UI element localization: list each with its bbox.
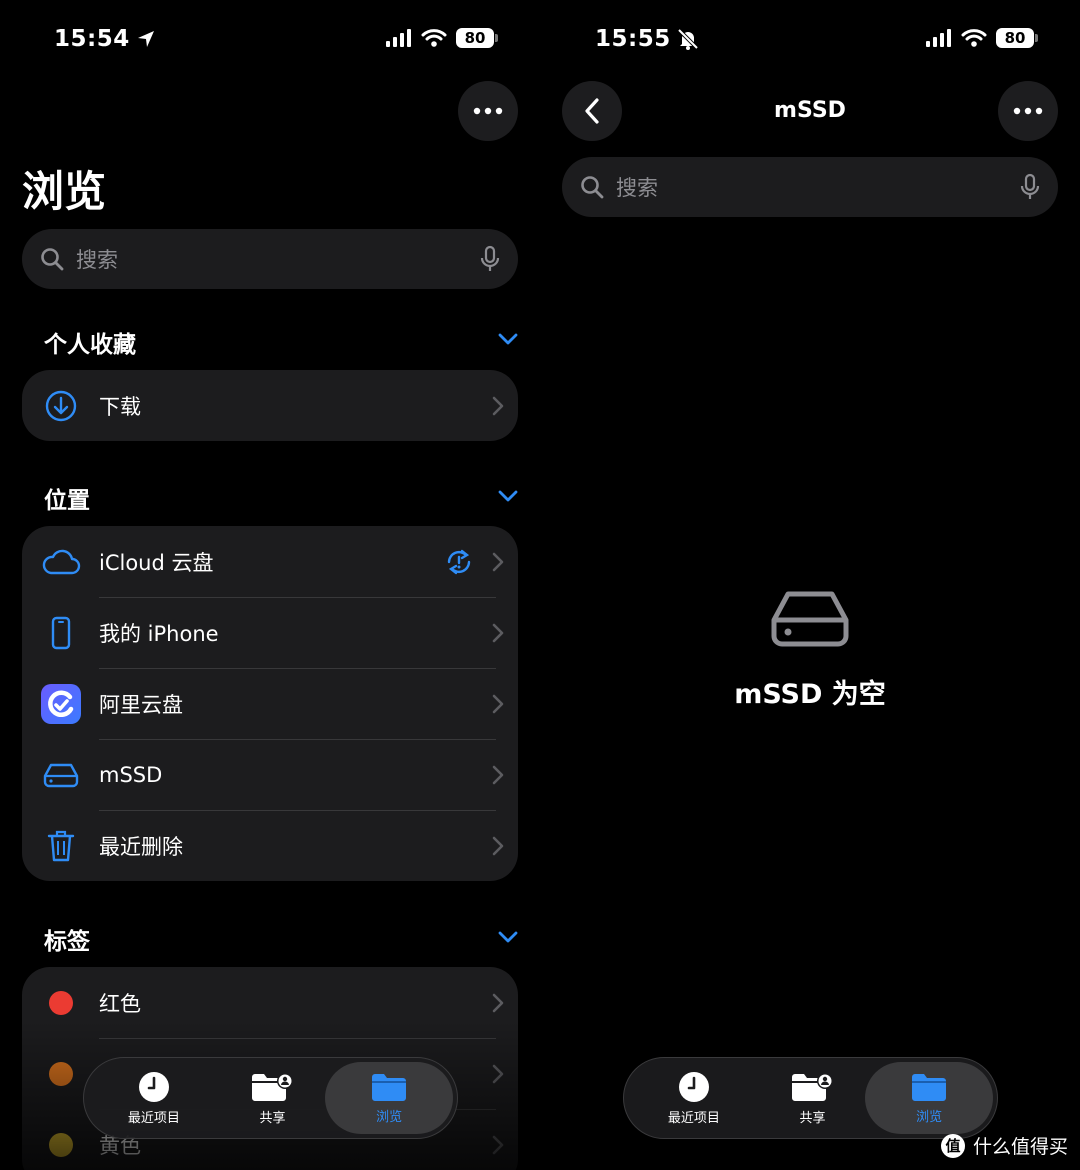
folder-icon (912, 1073, 947, 1101)
chevron-right-icon (492, 836, 504, 855)
tab-label: 浏览 (916, 1109, 943, 1125)
more-button[interactable] (998, 81, 1058, 141)
chevron-right-icon (492, 694, 504, 713)
list-item-label: 下载 (99, 394, 141, 419)
chevron-right-icon (492, 993, 504, 1012)
status-icons: 80 (926, 28, 1038, 48)
aliyun-drive-app-icon (40, 683, 81, 724)
location-item-aliyun-drive[interactable]: 阿里云盘 (22, 668, 518, 739)
tab-bar: 最近项目 共享 浏览 (83, 1057, 458, 1139)
wifi-icon (961, 29, 987, 47)
location-item-mssd[interactable]: mSSD (22, 739, 518, 810)
cellular-signal-icon (926, 29, 951, 47)
chevron-right-icon (492, 765, 504, 784)
favorite-item-downloads[interactable]: 下载 (22, 370, 518, 441)
search-icon (581, 176, 604, 199)
tab-label: 浏览 (376, 1109, 403, 1125)
list-item-label: 我的 iPhone (99, 621, 219, 646)
location-item-icloud[interactable]: iCloud 云盘 (22, 526, 518, 597)
list-item-label: mSSD (99, 762, 163, 787)
iphone-icon (51, 616, 70, 649)
locations-list: iCloud 云盘 我的 iPhone 阿里云盘 mSSD 最近删除 (22, 526, 518, 881)
list-item-label: 最近删除 (99, 834, 183, 859)
list-item-label: 红色 (99, 991, 141, 1016)
battery-indicator: 80 (996, 28, 1038, 48)
external-drive-icon (43, 763, 78, 787)
trash-icon (47, 830, 74, 861)
chevron-down-icon[interactable] (498, 489, 518, 503)
battery-indicator: 80 (456, 28, 498, 48)
chevron-down-icon[interactable] (498, 332, 518, 346)
tab-browse[interactable]: 浏览 (865, 1062, 993, 1134)
favorites-heading: 个人收藏 (44, 332, 136, 358)
wifi-icon (421, 29, 447, 47)
locations-heading: 位置 (44, 488, 90, 514)
shared-folder-icon (792, 1072, 834, 1101)
tab-shared[interactable]: 共享 (760, 1062, 866, 1134)
search-placeholder: 搜索 (76, 248, 118, 272)
status-time: 15:55 (595, 26, 699, 52)
browse-screen: 15:54 80 浏览 搜索 个人收藏 下载 位置 iCloud 云盘 我的 i… (0, 0, 540, 1170)
cellular-signal-icon (386, 29, 411, 47)
chevron-down-icon[interactable] (498, 930, 518, 944)
search-placeholder: 搜索 (616, 176, 658, 200)
sync-alert-icon (447, 549, 471, 574)
status-icons: 80 (386, 28, 498, 48)
microphone-icon[interactable] (1020, 173, 1040, 201)
location-item-my-iphone[interactable]: 我的 iPhone (22, 597, 518, 668)
tags-heading: 标签 (44, 929, 90, 955)
search-field[interactable]: 搜索 (22, 229, 518, 289)
external-drive-icon (771, 591, 849, 647)
mssd-screen: 15:55 80 mSSD 搜索 mSSD 为空 最近项目 共享 浏览 值 什么… (540, 0, 1080, 1170)
cloud-icon (42, 549, 80, 574)
tab-recents[interactable]: 最近项目 (88, 1062, 220, 1134)
ellipsis-icon (473, 107, 503, 115)
chevron-right-icon (492, 552, 504, 571)
folder-icon (372, 1073, 407, 1101)
chevron-right-icon (492, 396, 504, 415)
favorites-list: 下载 (22, 370, 518, 441)
chevron-right-icon (492, 623, 504, 642)
location-item-recently-deleted[interactable]: 最近删除 (22, 810, 518, 881)
clock-icon (138, 1071, 169, 1102)
tab-browse[interactable]: 浏览 (325, 1062, 453, 1134)
list-item-label: iCloud 云盘 (99, 550, 214, 575)
watermark: 值 什么值得买 (940, 1132, 1068, 1159)
tab-shared[interactable]: 共享 (220, 1062, 326, 1134)
download-circle-icon (45, 390, 76, 421)
watermark-text: 什么值得买 (972, 1136, 1068, 1158)
tab-label: 最近项目 (667, 1110, 720, 1126)
status-time: 15:54 (54, 26, 156, 52)
list-item-label: 阿里云盘 (99, 692, 183, 717)
tab-recents[interactable]: 最近项目 (628, 1062, 760, 1134)
shared-folder-icon (252, 1072, 294, 1101)
tab-bar: 最近项目 共享 浏览 (623, 1057, 998, 1139)
microphone-icon[interactable] (480, 245, 500, 273)
more-button[interactable] (458, 81, 518, 141)
search-field[interactable]: 搜索 (562, 157, 1058, 217)
search-icon (41, 248, 64, 271)
tab-label: 共享 (259, 1110, 286, 1126)
page-title: 浏览 (22, 167, 107, 216)
ellipsis-icon (1013, 107, 1043, 115)
tag-color-dot (48, 990, 73, 1015)
tab-label: 共享 (799, 1110, 826, 1126)
silent-bell-icon (677, 28, 699, 50)
tab-label: 最近项目 (127, 1110, 180, 1126)
location-arrow-icon (137, 31, 154, 47)
clock-icon (678, 1071, 709, 1102)
empty-state-message: mSSD 为空 (734, 679, 886, 710)
watermark-logo: 值 (940, 1133, 965, 1158)
